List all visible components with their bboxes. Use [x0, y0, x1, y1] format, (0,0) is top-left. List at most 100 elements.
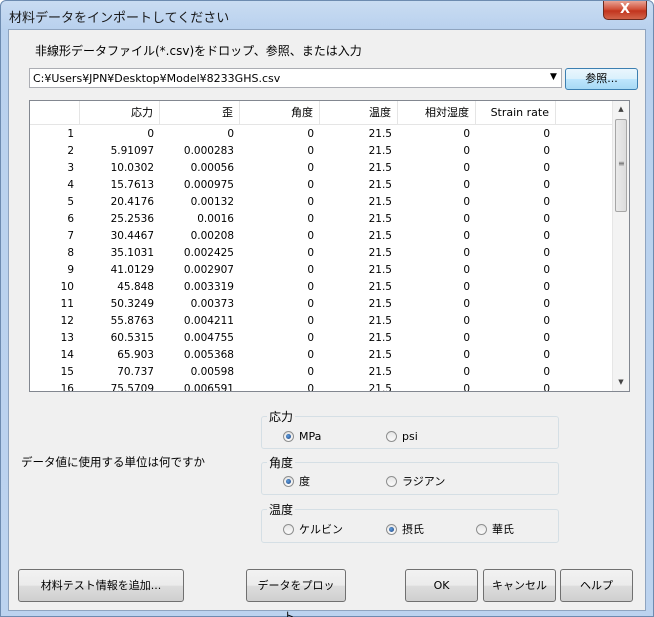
cell-strain[interactable]: 0.005368 — [160, 347, 240, 364]
table-row[interactable]: 3 10.0302 0.00056 0 21.5 0 0 — [30, 160, 612, 177]
header-cell-humidity[interactable]: 相対湿度 — [398, 101, 476, 125]
cell-humidity[interactable]: 0 — [398, 347, 476, 364]
table-row[interactable]: 6 25.2536 0.0016 0 21.5 0 0 — [30, 211, 612, 228]
cell-strain[interactable]: 0.000283 — [160, 143, 240, 160]
cell-strain-rate[interactable]: 0 — [476, 194, 556, 211]
close-button[interactable]: X — [603, 1, 647, 20]
cell-temperature[interactable]: 21.5 — [320, 194, 398, 211]
cell-strain-rate[interactable]: 0 — [476, 313, 556, 330]
cell-strain[interactable]: 0.002907 — [160, 262, 240, 279]
table-row[interactable]: 11 50.3249 0.00373 0 21.5 0 0 — [30, 296, 612, 313]
cell-angle[interactable]: 0 — [240, 228, 320, 245]
cell-strain[interactable]: 0.003319 — [160, 279, 240, 296]
cell-stress[interactable]: 70.737 — [80, 364, 160, 381]
cell-angle[interactable]: 0 — [240, 262, 320, 279]
cell-strain-rate[interactable]: 0 — [476, 381, 556, 391]
cell-angle[interactable]: 0 — [240, 245, 320, 262]
cell-angle[interactable]: 0 — [240, 194, 320, 211]
cell-angle[interactable]: 0 — [240, 143, 320, 160]
cell-angle[interactable]: 0 — [240, 364, 320, 381]
cell-angle[interactable]: 0 — [240, 296, 320, 313]
table-row[interactable]: 9 41.0129 0.002907 0 21.5 0 0 — [30, 262, 612, 279]
cell-temperature[interactable]: 21.5 — [320, 330, 398, 347]
cell-humidity[interactable]: 0 — [398, 177, 476, 194]
cell-humidity[interactable]: 0 — [398, 364, 476, 381]
cell-index[interactable]: 3 — [30, 160, 80, 177]
cell-angle[interactable]: 0 — [240, 381, 320, 391]
header-cell-angle[interactable]: 角度 — [240, 101, 320, 125]
table-row[interactable]: 13 60.5315 0.004755 0 21.5 0 0 — [30, 330, 612, 347]
radio-stress-mpa[interactable]: MPa — [283, 430, 321, 444]
cell-index[interactable]: 10 — [30, 279, 80, 296]
cell-index[interactable]: 13 — [30, 330, 80, 347]
cell-stress[interactable]: 50.3249 — [80, 296, 160, 313]
cell-stress[interactable]: 15.7613 — [80, 177, 160, 194]
cell-strain-rate[interactable]: 0 — [476, 330, 556, 347]
file-path-combobox[interactable]: C:¥Users¥JPN¥Desktop¥Model¥8233GHS.csv ▼ — [29, 68, 562, 88]
cell-index[interactable]: 2 — [30, 143, 80, 160]
cell-strain-rate[interactable]: 0 — [476, 279, 556, 296]
table-row[interactable]: 10 45.848 0.003319 0 21.5 0 0 — [30, 279, 612, 296]
data-table[interactable]: 応力 歪 角度 温度 相対湿度 Strain rate 1 0 0 0 21.5 0 0 2 5… — [29, 100, 630, 392]
cell-angle[interactable]: 0 — [240, 279, 320, 296]
cancel-button[interactable]: キャンセル — [483, 569, 556, 602]
table-row[interactable]: 4 15.7613 0.000975 0 21.5 0 0 — [30, 177, 612, 194]
cell-index[interactable]: 9 — [30, 262, 80, 279]
cell-stress[interactable]: 55.8763 — [80, 313, 160, 330]
cell-angle[interactable]: 0 — [240, 160, 320, 177]
cell-angle[interactable]: 0 — [240, 347, 320, 364]
cell-index[interactable]: 4 — [30, 177, 80, 194]
cell-stress[interactable]: 25.2536 — [80, 211, 160, 228]
cell-strain[interactable]: 0.00208 — [160, 228, 240, 245]
table-row[interactable]: 7 30.4467 0.00208 0 21.5 0 0 — [30, 228, 612, 245]
cell-strain[interactable]: 0.00373 — [160, 296, 240, 313]
cell-temperature[interactable]: 21.5 — [320, 228, 398, 245]
cell-stress[interactable]: 65.903 — [80, 347, 160, 364]
cell-index[interactable]: 8 — [30, 245, 80, 262]
cell-index[interactable]: 15 — [30, 364, 80, 381]
table-row[interactable]: 1 0 0 0 21.5 0 0 — [30, 126, 612, 143]
cell-stress[interactable]: 10.0302 — [80, 160, 160, 177]
browse-button[interactable]: 参照... — [565, 68, 638, 90]
radio-angle-radian[interactable]: ラジアン — [386, 475, 445, 489]
cell-strain-rate[interactable]: 0 — [476, 347, 556, 364]
ok-button[interactable]: OK — [405, 569, 478, 602]
cell-temperature[interactable]: 21.5 — [320, 347, 398, 364]
cell-index[interactable]: 1 — [30, 126, 80, 143]
cell-angle[interactable]: 0 — [240, 330, 320, 347]
table-row[interactable]: 5 20.4176 0.00132 0 21.5 0 0 — [30, 194, 612, 211]
cell-index[interactable]: 16 — [30, 381, 80, 391]
cell-humidity[interactable]: 0 — [398, 330, 476, 347]
cell-index[interactable]: 14 — [30, 347, 80, 364]
cell-strain-rate[interactable]: 0 — [476, 160, 556, 177]
cell-humidity[interactable]: 0 — [398, 381, 476, 391]
cell-strain-rate[interactable]: 0 — [476, 228, 556, 245]
cell-index[interactable]: 6 — [30, 211, 80, 228]
cell-strain-rate[interactable]: 0 — [476, 364, 556, 381]
cell-strain-rate[interactable]: 0 — [476, 211, 556, 228]
cell-strain-rate[interactable]: 0 — [476, 296, 556, 313]
header-cell-temperature[interactable]: 温度 — [320, 101, 398, 125]
cell-humidity[interactable]: 0 — [398, 279, 476, 296]
scroll-down-icon[interactable]: ▼ — [613, 374, 629, 391]
cell-temperature[interactable]: 21.5 — [320, 126, 398, 143]
cell-strain[interactable]: 0.00056 — [160, 160, 240, 177]
cell-temperature[interactable]: 21.5 — [320, 364, 398, 381]
cell-angle[interactable]: 0 — [240, 211, 320, 228]
cell-temperature[interactable]: 21.5 — [320, 296, 398, 313]
cell-humidity[interactable]: 0 — [398, 296, 476, 313]
header-cell-strain-rate[interactable]: Strain rate — [476, 101, 556, 125]
cell-temperature[interactable]: 21.5 — [320, 279, 398, 296]
table-row[interactable]: 16 75.5709 0.006591 0 21.5 0 0 — [30, 381, 612, 391]
cell-strain[interactable]: 0.0016 — [160, 211, 240, 228]
title-bar[interactable]: 材料データをインポートしてください X — [1, 1, 653, 29]
cell-humidity[interactable]: 0 — [398, 143, 476, 160]
cell-strain-rate[interactable]: 0 — [476, 177, 556, 194]
cell-strain[interactable]: 0.000975 — [160, 177, 240, 194]
cell-temperature[interactable]: 21.5 — [320, 143, 398, 160]
cell-humidity[interactable]: 0 — [398, 245, 476, 262]
cell-strain[interactable]: 0 — [160, 126, 240, 143]
cell-temperature[interactable]: 21.5 — [320, 313, 398, 330]
cell-strain-rate[interactable]: 0 — [476, 245, 556, 262]
cell-humidity[interactable]: 0 — [398, 228, 476, 245]
